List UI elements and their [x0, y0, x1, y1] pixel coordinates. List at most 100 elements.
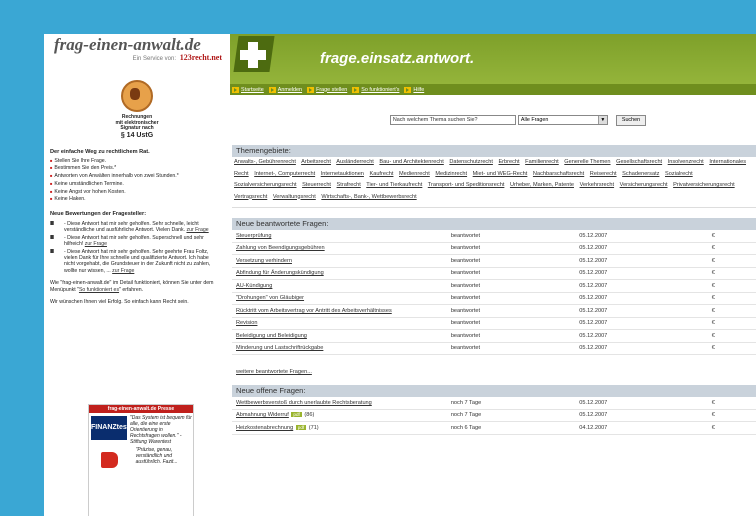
pdf-badge-icon[interactable]: pdf [295, 424, 307, 430]
theme-link[interactable]: Nachbarschaftsrecht [533, 171, 584, 177]
press-box: frag-einen-anwalt.de Presse FINANZtest "… [88, 404, 194, 516]
theme-link[interactable]: Tier- und Tierkaufrecht [366, 182, 422, 188]
review-body: - Diese Antwort hat mir sehr geholfen. S… [64, 220, 199, 234]
question-link[interactable]: Rücktritt vom Arbeitsvertrag vor Antritt… [236, 308, 392, 314]
review-text: - Diese Antwort hat mir sehr geholfen. S… [64, 221, 214, 234]
status-cell: beantwortet [446, 267, 576, 280]
price-cell: € [707, 242, 756, 255]
question-link[interactable]: Abfindung für Änderungskündigung [236, 270, 324, 276]
theme-link[interactable]: Schadenersatz [622, 171, 659, 177]
theme-link[interactable]: Arbeitsrecht [301, 159, 331, 165]
question-link[interactable]: AU-Kündigung [236, 283, 272, 289]
how-it-works-link[interactable]: So funktioniert es [79, 287, 119, 293]
theme-link[interactable]: Sozialversicherungsrecht [234, 182, 297, 188]
date-cell: 05.12.2007 [575, 317, 708, 330]
theme-link[interactable]: Urheber, Marken, Patente [510, 182, 574, 188]
theme-link[interactable]: Transport- und Speditionsrecht [428, 182, 505, 188]
nav-item[interactable]: So funktioniert's [352, 86, 399, 93]
price-cell: € [707, 230, 756, 243]
chevron-down-icon[interactable]: ▼ [597, 116, 607, 124]
header-banner: frage.einsatz.antwort. [230, 34, 756, 84]
theme-link[interactable]: Sozialrecht [665, 171, 693, 177]
review-text: - Diese Antwort hat mir sehr geholfen. S… [64, 235, 214, 248]
nav-item[interactable]: Anmelden [268, 86, 302, 93]
arrow-right-icon [307, 86, 315, 93]
theme-link[interactable]: Datenschutzrecht [449, 159, 493, 165]
nav-item[interactable]: Hilfe [404, 86, 424, 93]
reviews-list: IIIIIII - Diese Antwort hat mir sehr geho… [44, 221, 230, 274]
review-link[interactable]: zur Frage [85, 241, 107, 247]
service-brand-logo[interactable]: 123recht.net [180, 53, 222, 62]
theme-link[interactable]: Kaufrecht [369, 171, 393, 177]
theme-link[interactable]: Anwalts-, Gebührenrecht [234, 159, 296, 165]
theme-link[interactable]: Vertragsrecht [234, 194, 267, 200]
arrow-right-icon [232, 86, 239, 93]
theme-link[interactable]: Steuerrecht [302, 182, 331, 188]
question-cell: Wettbewerbsverstoß durch unerlaubte Rech… [232, 397, 447, 410]
review-item: IIIIIII - Diese Antwort hat mir sehr geho… [50, 249, 230, 275]
theme-link[interactable]: Versicherungsrecht [620, 182, 668, 188]
step-item: Bestimmen Sie den Preis.* [50, 165, 230, 171]
table-row: Rücktritt vom Arbeitsvertrag vor Antritt… [232, 304, 756, 318]
steps-list: Stellen Sie Ihre Frage.Bestimmen Sie den… [50, 158, 230, 179]
theme-link[interactable]: Erbrecht [498, 159, 519, 165]
category-select[interactable]: Alle Fragen ▼ [517, 115, 608, 125]
price-cell: € [707, 317, 756, 330]
question-link[interactable]: "Drohungen" von Gläubiger [236, 295, 304, 301]
nav-bar: Startseite Anmelden Frage stellen So funkti… [230, 84, 756, 95]
date-cell: 04.12.2007 [575, 421, 708, 435]
info-text-post: " erfahren. [119, 286, 144, 293]
question-link[interactable]: Versetzung verhindern [236, 258, 292, 264]
question-link[interactable]: Wettbewerbsverstoß durch unerlaubte Rech… [236, 400, 372, 406]
theme-link[interactable]: Gesellschaftsrecht [616, 159, 662, 165]
status-cell: beantwortet [446, 304, 576, 318]
question-link[interactable]: Minderung und Lastschriftrückgabe [236, 345, 323, 351]
date-cell: 05.12.2007 [575, 342, 708, 355]
price-cell: € [707, 279, 756, 293]
question-link[interactable]: Heizkostenabrechnung [236, 425, 293, 431]
question-cell: "Drohungen" von Gläubiger [232, 292, 447, 305]
seal-caption-big: § 14 UstG [120, 131, 154, 139]
search-input[interactable]: Nach welchem Thema suchen Sie? [389, 115, 516, 125]
more-answered-link[interactable]: weitere beantwortete Fragen... [236, 369, 312, 375]
question-link[interactable]: Steuerprüfung [236, 233, 271, 239]
theme-link[interactable]: Medizinrecht [435, 171, 467, 177]
theme-link[interactable]: Medienrecht [399, 171, 430, 177]
megaphone-icon [101, 452, 118, 469]
price-cell: € [707, 304, 756, 318]
question-link[interactable]: Zahlung von Beendigungsgebühren [236, 245, 325, 251]
price-cell: € [707, 254, 756, 268]
date-cell: 05.12.2007 [575, 267, 708, 280]
nav-item[interactable]: Frage stellen [307, 86, 347, 93]
theme-link[interactable]: Familienrecht [525, 159, 559, 165]
theme-link[interactable]: Wirtschafts-, Bank-, Wettbewerbsrecht [321, 194, 416, 200]
theme-link[interactable]: Bau- und Architektenrecht [379, 159, 443, 165]
review-link[interactable]: zur Frage [186, 227, 208, 233]
theme-link[interactable]: Miet- und WEG-Recht [473, 171, 528, 177]
themes-list: Anwalts-, Gebührenrecht Arbeitsrecht Aus… [232, 157, 756, 208]
search-button[interactable]: Suchen [615, 114, 647, 126]
theme-link[interactable]: Verwaltungsrecht [273, 194, 316, 200]
theme-link[interactable]: Reiserecht [590, 171, 617, 177]
question-link[interactable]: Abmahnung Widerruf [236, 412, 289, 418]
theme-link[interactable]: Strafrecht [337, 182, 361, 188]
pdf-badge-icon[interactable]: pdf [291, 412, 302, 418]
review-link[interactable]: zur Frage [112, 268, 134, 274]
theme-link[interactable]: Generelle Themen [564, 159, 610, 165]
theme-link[interactable]: Insolvenzrecht [668, 159, 704, 165]
theme-link[interactable]: Internetauktionen [321, 171, 364, 177]
date-cell: 05.12.2007 [575, 242, 708, 255]
date-cell: 05.12.2007 [575, 304, 708, 318]
theme-link[interactable]: Verkehrsrecht [580, 182, 615, 188]
question-link[interactable]: Beleidigung und Beleidigung [236, 333, 307, 339]
nav-item[interactable]: Startseite [232, 86, 264, 93]
price-cell: € [707, 329, 756, 343]
status-cell: beantwortet [446, 254, 576, 268]
date-cell: 05.12.2007 [575, 254, 708, 268]
site-logo[interactable]: frag-einen-anwalt.de [54, 36, 226, 54]
theme-link[interactable]: Ausländerrecht [336, 159, 374, 165]
question-link[interactable]: Revision [236, 320, 257, 326]
theme-link[interactable]: Privatversicherungsrecht [673, 182, 735, 188]
theme-link[interactable]: Internet-, Computerrecht [254, 171, 315, 177]
open-heading: Neue offene Fragen: [232, 385, 756, 397]
